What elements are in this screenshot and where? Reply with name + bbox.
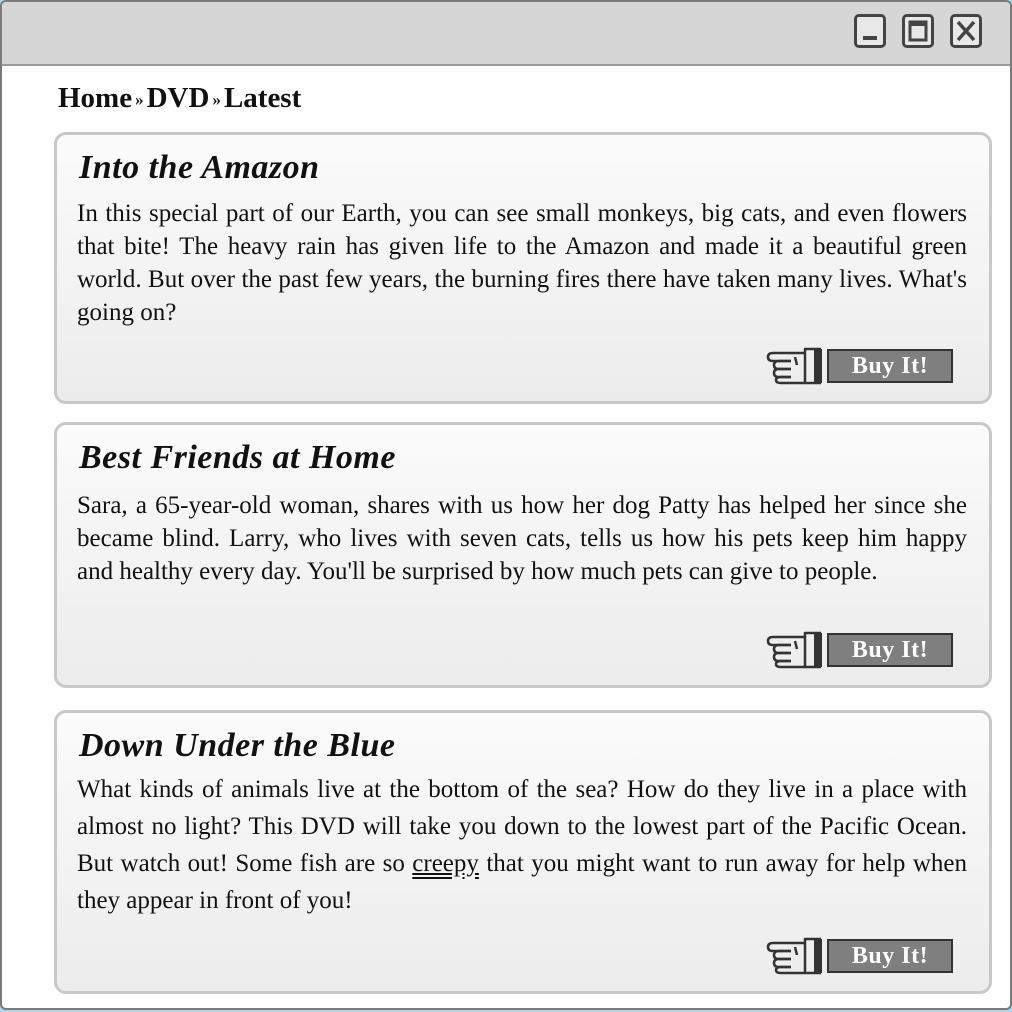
underlined-word: creepy <box>412 850 479 877</box>
pointing-hand-icon <box>766 347 822 385</box>
title-bar <box>2 2 1010 66</box>
close-icon <box>956 20 976 42</box>
buy-area: Buy It! <box>765 933 961 977</box>
browser-window: Home» DVD» Latest Into the Amazon In this … <box>0 0 1012 1010</box>
dvd-card: Down Under the Blue What kinds of animal… <box>54 710 992 994</box>
buy-button[interactable]: Buy It! <box>827 349 953 383</box>
dvd-card: Best Friends at Home Sara, a 65-year-old… <box>54 422 992 688</box>
close-button[interactable] <box>950 14 982 48</box>
buy-button[interactable]: Buy It! <box>827 939 953 973</box>
buy-button[interactable]: Buy It! <box>827 633 953 667</box>
minimize-button[interactable] <box>854 14 886 48</box>
breadcrumb-separator: » <box>212 90 221 109</box>
buy-area: Buy It! <box>765 627 961 671</box>
dvd-title: Down Under the Blue <box>79 727 396 764</box>
dvd-card: Into the Amazon In this special part of … <box>54 132 992 404</box>
breadcrumb-home[interactable]: Home <box>58 82 132 114</box>
breadcrumb-latest[interactable]: Latest <box>224 82 301 114</box>
dvd-title: Best Friends at Home <box>79 439 396 476</box>
dvd-title: Into the Amazon <box>79 149 320 186</box>
breadcrumb-separator: » <box>135 90 144 109</box>
minimize-icon <box>863 36 877 40</box>
pointing-hand-icon <box>766 631 822 669</box>
pointing-hand-icon <box>766 937 822 975</box>
buy-area: Buy It! <box>765 343 961 387</box>
dvd-description: What kinds of animals live at the bottom… <box>77 771 967 919</box>
maximize-button[interactable] <box>902 14 934 48</box>
maximize-icon <box>908 20 928 42</box>
breadcrumb-dvd[interactable]: DVD <box>147 82 210 114</box>
dvd-description: Sara, a 65-year-old woman, shares with u… <box>77 492 967 585</box>
dvd-description: In this special part of our Earth, you c… <box>77 200 967 326</box>
breadcrumb: Home» DVD» Latest <box>58 82 301 115</box>
